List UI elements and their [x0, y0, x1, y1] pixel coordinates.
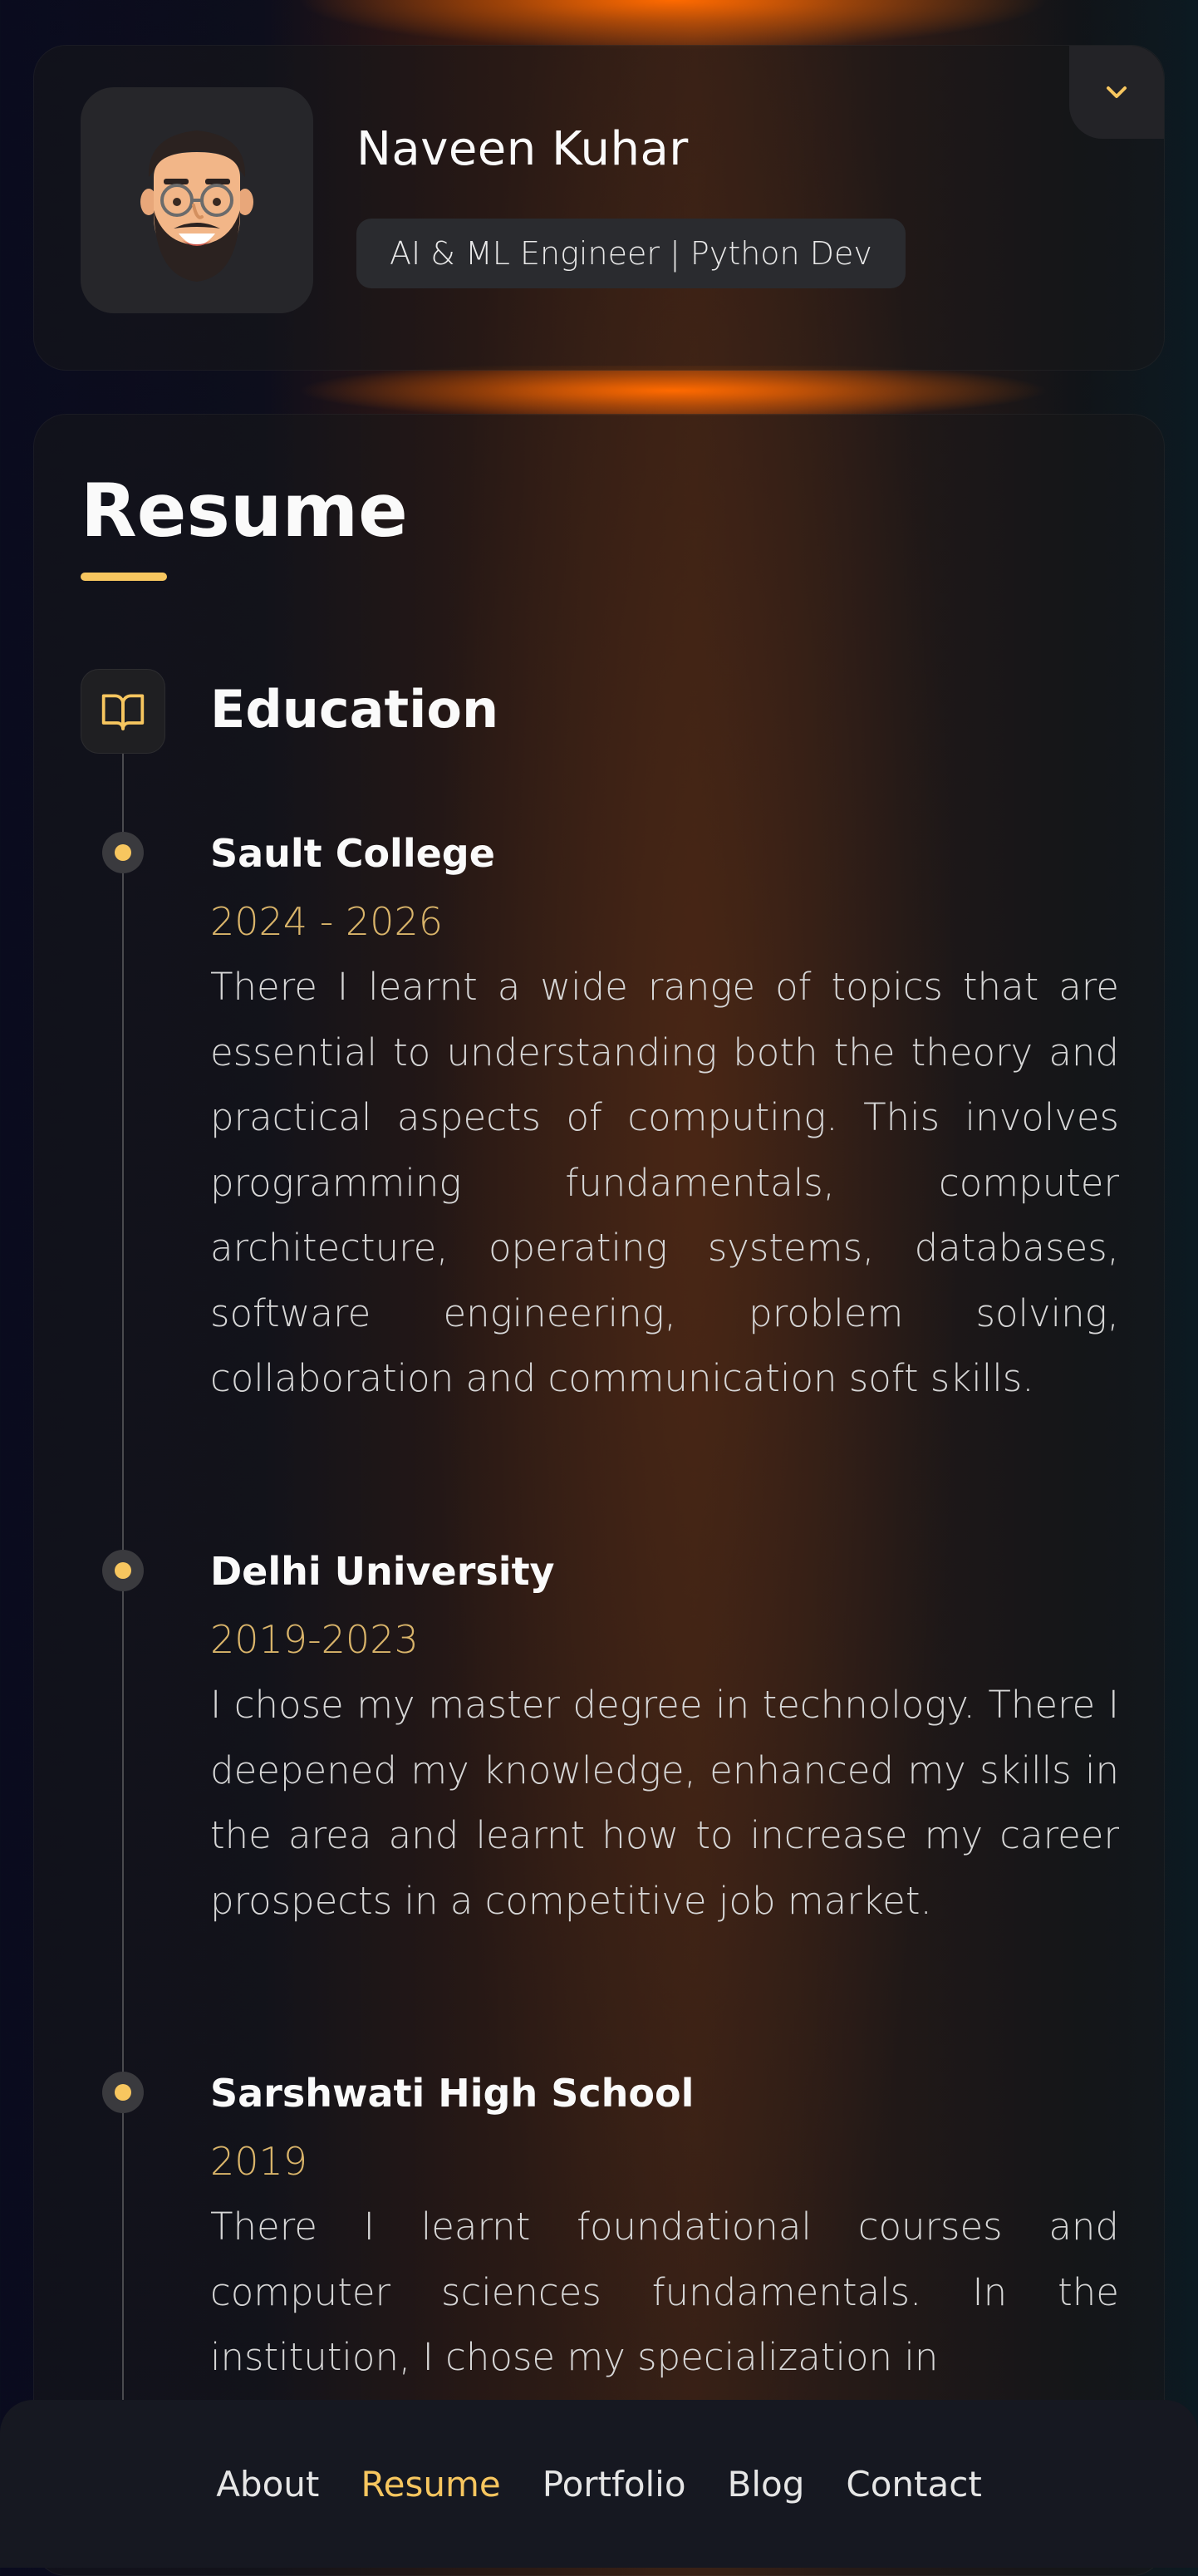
section-icon-box	[81, 669, 165, 754]
timeline-line	[122, 754, 124, 2507]
entry-date: 2024 - 2026	[210, 899, 443, 944]
nav-about[interactable]: About	[216, 2464, 319, 2505]
education-entry: Sault College 2024 - 2026 There I learnt…	[210, 828, 1119, 1412]
book-open-icon	[101, 694, 145, 730]
nav-contact[interactable]: Contact	[846, 2464, 981, 2505]
nav-portfolio[interactable]: Portfolio	[543, 2464, 686, 2505]
profile-name: Naveen Kuhar	[356, 122, 689, 176]
education-entry: Delhi University 2019-2023 I chose my ma…	[210, 1546, 1119, 1934]
memoji-avatar-icon	[140, 130, 253, 282]
entry-date: 2019-2023	[210, 1617, 419, 1662]
bottom-navigation: About Resume Portfolio Blog Contact	[0, 2400, 1198, 2568]
education-entry: Sarshwati High School 2019 There I learn…	[210, 2068, 1119, 2391]
middle-glow	[299, 366, 1047, 415]
nav-resume[interactable]: Resume	[361, 2464, 500, 2505]
title-underline	[81, 573, 167, 581]
chevron-down-icon	[1107, 86, 1127, 98]
avatar	[81, 87, 313, 313]
entry-description: There I learnt a wide range of topics th…	[210, 965, 1119, 1400]
timeline-dot	[102, 2072, 144, 2113]
timeline-dot	[102, 1550, 144, 1591]
entry-institution: Sarshwati High School	[210, 2071, 695, 2116]
profile-title-badge: AI & ML Engineer | Python Dev	[356, 219, 906, 288]
entry-date: 2019	[210, 2139, 308, 2184]
entry-description: I chose my master degree in technology. …	[210, 1683, 1119, 1923]
section-title-education: Education	[210, 679, 499, 740]
top-glow	[299, 0, 1047, 50]
entry-institution: Sault College	[210, 831, 495, 876]
nav-blog[interactable]: Blog	[728, 2464, 805, 2505]
entry-institution: Delhi University	[210, 1549, 555, 1594]
resume-card: Resume Education Sault College 2024 - 20…	[33, 414, 1165, 2576]
profile-card: Naveen Kuhar AI & ML Engineer | Python D…	[33, 45, 1165, 371]
page-title: Resume	[81, 468, 408, 553]
entry-description: There I learnt foundational courses and …	[210, 2205, 1119, 2379]
expand-button[interactable]	[1069, 46, 1164, 139]
timeline-dot	[102, 832, 144, 873]
